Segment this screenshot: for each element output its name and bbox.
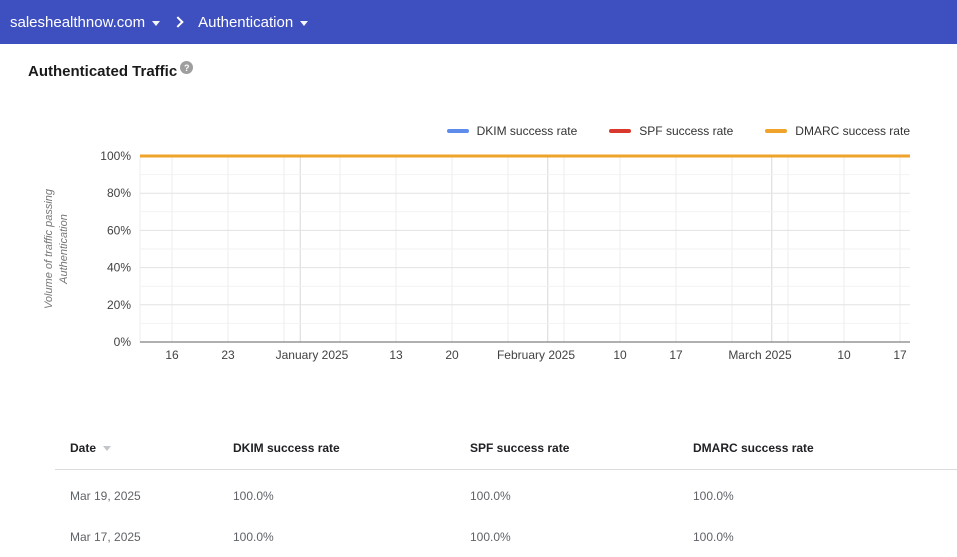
- x-tick-label: 20: [445, 348, 459, 362]
- cell-rate-value: 100.0%: [678, 530, 957, 544]
- x-tick-label: 17: [669, 348, 683, 362]
- table-header-row: Date DKIM success rate SPF success rate …: [55, 433, 957, 470]
- caret-down-icon: [300, 21, 308, 26]
- page-title-row: Authenticated Traffic ?: [28, 63, 193, 80]
- breadcrumb-chevron-icon: [172, 16, 183, 27]
- cell-rate-value: 100.0%: [678, 489, 957, 503]
- top-nav-bar: saleshealthnow.com Authentication: [0, 0, 957, 44]
- section-selector[interactable]: Authentication: [198, 14, 308, 31]
- y-tick-label: 100%: [100, 149, 131, 163]
- x-tick-label: 23: [221, 348, 235, 362]
- table-row: Mar 17, 2025100.0%100.0%100.0%: [55, 516, 957, 557]
- domain-selector[interactable]: saleshealthnow.com: [10, 14, 160, 31]
- cell-date: Mar 17, 2025: [55, 530, 218, 544]
- x-tick-label: 13: [389, 348, 403, 362]
- x-tick-label: January 2025: [276, 348, 349, 362]
- x-tick-label: March 2025: [728, 348, 792, 362]
- column-header-spf[interactable]: SPF success rate: [455, 441, 678, 455]
- authentication-results-table: Date DKIM success rate SPF success rate …: [55, 433, 957, 557]
- cell-rate-value: 100.0%: [455, 530, 678, 544]
- table-body: Mar 19, 2025100.0%100.0%100.0%Mar 17, 20…: [55, 475, 957, 557]
- y-tick-label: 40%: [107, 261, 131, 275]
- authenticated-traffic-chart: DKIM success rateSPF success rateDMARC s…: [0, 105, 957, 380]
- caret-down-icon: [152, 21, 160, 26]
- cell-rate-value: 100.0%: [455, 489, 678, 503]
- x-tick-label: 16: [165, 348, 179, 362]
- cell-date: Mar 19, 2025: [55, 489, 218, 503]
- section-name: Authentication: [198, 14, 293, 31]
- x-tick-label: February 2025: [497, 348, 575, 362]
- cell-rate-value: 100.0%: [218, 489, 455, 503]
- cell-rate-value: 100.0%: [218, 530, 455, 544]
- x-tick-label: 17: [893, 348, 907, 362]
- help-icon[interactable]: ?: [180, 61, 193, 74]
- sort-desc-icon: [103, 446, 111, 451]
- chart-plot-area: 100% 80% 60% 40% 20% 0% 16 23 January 2025 13 20 Fe…: [0, 105, 957, 380]
- x-tick-label: 10: [613, 348, 627, 362]
- y-tick-label: 0%: [114, 335, 132, 349]
- y-tick-label: 60%: [107, 223, 131, 237]
- column-header-dmarc[interactable]: DMARC success rate: [678, 441, 957, 455]
- column-header-date[interactable]: Date: [55, 441, 218, 455]
- table-row: Mar 19, 2025100.0%100.0%100.0%: [55, 475, 957, 516]
- y-tick-label: 80%: [107, 186, 131, 200]
- page-title: Authenticated Traffic: [28, 63, 177, 80]
- column-header-dkim[interactable]: DKIM success rate: [218, 441, 455, 455]
- y-tick-label: 20%: [107, 298, 131, 312]
- y-axis-title: Volume of traffic passing Authentication: [42, 189, 72, 309]
- domain-name: saleshealthnow.com: [10, 14, 145, 31]
- x-tick-label: 10: [837, 348, 851, 362]
